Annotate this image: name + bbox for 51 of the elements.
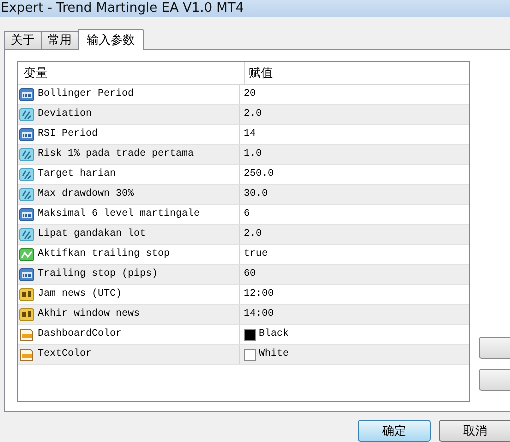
- parameter-value: true: [244, 249, 268, 260]
- parameter-name: Risk 1% pada trade pertama: [38, 149, 194, 160]
- window-title: Expert - Trend Martingle EA V1.0 MT4: [0, 1, 244, 16]
- parameter-value: 14:00: [244, 309, 274, 320]
- dialog-button[interactable]: 确定: [358, 420, 431, 442]
- parameter-name: TextColor: [38, 349, 92, 360]
- dialog-button[interactable]: 取消: [439, 420, 510, 442]
- parameter-value: 250.0: [244, 169, 274, 180]
- fraction-type-icon: [19, 186, 35, 203]
- parameter-value: 6: [244, 209, 250, 220]
- color-type-icon: [19, 326, 35, 343]
- parameter-name: DashboardColor: [38, 329, 122, 340]
- fraction-type-icon: [19, 226, 35, 243]
- color-type-icon: [19, 346, 35, 363]
- parameter-value: 30.0: [244, 189, 268, 200]
- parameter-name: Max drawdown 30%: [38, 189, 134, 200]
- parameter-name: Trailing stop (pips): [38, 269, 158, 280]
- parameter-value: 60: [244, 269, 256, 280]
- integer-type-icon: [19, 86, 35, 103]
- tab[interactable]: 输入参数: [78, 29, 144, 50]
- column-header[interactable]: 赋值: [245, 62, 469, 84]
- integer-type-icon: [19, 126, 35, 143]
- parameter-value: 2.0: [244, 229, 262, 240]
- parameter-value: Black: [259, 329, 290, 340]
- tab[interactable]: 常用: [41, 31, 79, 50]
- parameter-value: 12:00: [244, 289, 274, 300]
- side-button[interactable]: [479, 369, 510, 392]
- parameter-name: Maksimal 6 level martingale: [38, 209, 200, 220]
- parameter-value: 20: [244, 89, 256, 100]
- parameter-name: Aktifkan trailing stop: [38, 249, 170, 260]
- fraction-type-icon: [19, 166, 35, 183]
- integer-type-icon: [19, 266, 35, 283]
- integer-type-icon: [19, 206, 35, 223]
- parameter-value: 14: [244, 129, 256, 140]
- parameter-name: Jam news (UTC): [38, 289, 122, 300]
- parameter-name: Deviation: [38, 109, 92, 120]
- parameter-value: 1.0: [244, 149, 262, 160]
- fraction-type-icon: [19, 146, 35, 163]
- parameter-value: White: [259, 349, 290, 360]
- side-button[interactable]: [479, 337, 510, 360]
- column-header[interactable]: 变量: [18, 62, 245, 84]
- text-type-icon: [19, 286, 35, 303]
- tab[interactable]: 关于: [4, 31, 42, 50]
- parameter-name: Target harian: [38, 169, 116, 180]
- parameter-name: RSI Period: [38, 129, 98, 140]
- text-type-icon: [19, 306, 35, 323]
- parameter-value: 2.0: [244, 109, 262, 120]
- fraction-type-icon: [19, 106, 35, 123]
- parameter-name: Akhir window news: [38, 309, 140, 320]
- parameter-name: Lipat gandakan lot: [38, 229, 146, 240]
- parameter-name: Bollinger Period: [38, 89, 134, 100]
